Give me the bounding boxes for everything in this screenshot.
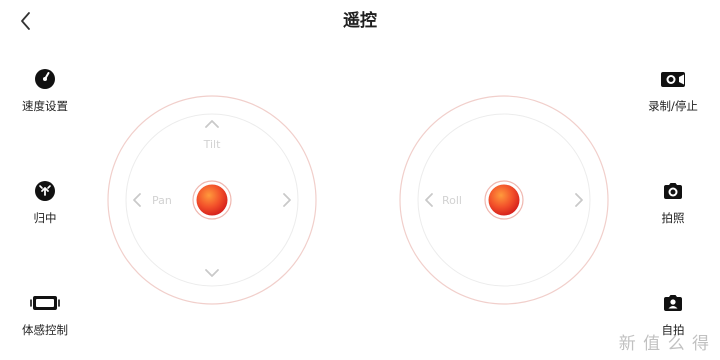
speed-settings-label: 速度设置 bbox=[22, 99, 68, 113]
joystick-knob[interactable] bbox=[196, 184, 228, 216]
camera-icon bbox=[664, 183, 682, 199]
phone-motion-icon bbox=[30, 296, 60, 310]
motion-control-button[interactable]: 体感控制 bbox=[0, 292, 90, 338]
photo-label: 拍照 bbox=[661, 211, 685, 225]
pan-label: Pan bbox=[152, 194, 172, 207]
joystick-knob[interactable] bbox=[488, 184, 520, 216]
speedometer-icon bbox=[35, 69, 55, 89]
roll-joystick[interactable]: Roll bbox=[398, 94, 610, 306]
roll-label: Roll bbox=[442, 194, 462, 207]
photo-button[interactable]: 拍照 bbox=[628, 180, 718, 226]
video-camera-icon bbox=[661, 72, 685, 87]
recenter-icon bbox=[35, 181, 55, 201]
motion-control-label: 体感控制 bbox=[22, 323, 68, 337]
pan-tilt-joystick[interactable]: Tilt Pan bbox=[106, 94, 318, 306]
page-title: 遥控 bbox=[343, 11, 377, 31]
watermark: 新 值 么 得 bbox=[618, 334, 710, 354]
recenter-label: 归中 bbox=[33, 211, 57, 225]
recenter-button[interactable]: 归中 bbox=[0, 180, 90, 226]
speed-settings-button[interactable]: 速度设置 bbox=[0, 68, 90, 114]
record-stop-label: 录制/停止 bbox=[648, 99, 698, 113]
record-stop-button[interactable]: 录制/停止 bbox=[628, 68, 718, 114]
selfie-icon bbox=[664, 295, 682, 311]
tilt-label: Tilt bbox=[203, 138, 221, 151]
